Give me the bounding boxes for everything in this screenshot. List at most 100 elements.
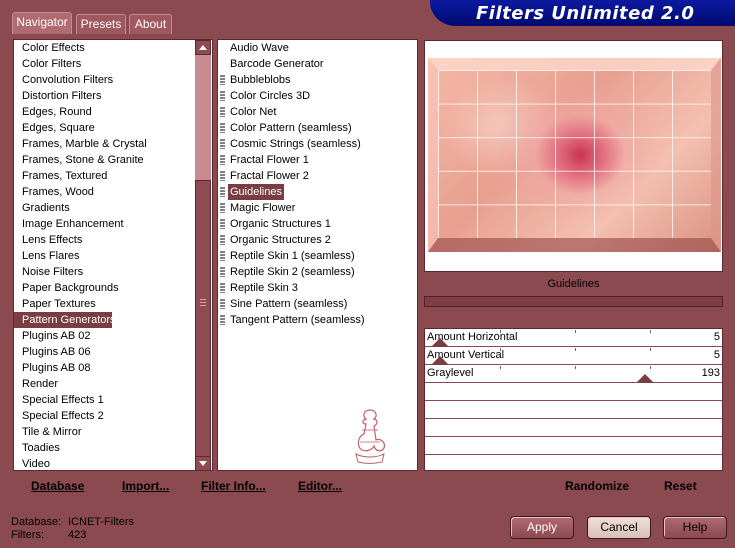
title-banner: Filters Unlimited 2.0 (430, 0, 735, 26)
filter-item-label: Reptile Skin 2 (seamless) (230, 266, 355, 278)
category-item[interactable]: Noise Filters (14, 264, 212, 280)
category-item[interactable]: Color Filters (14, 56, 212, 72)
editor-button[interactable]: Editor... (298, 479, 342, 493)
category-item[interactable]: Frames, Wood (14, 184, 212, 200)
filter-item[interactable]: Color Pattern (seamless) (218, 120, 417, 136)
grip-icon (220, 219, 225, 229)
scroll-down-button[interactable] (195, 456, 211, 471)
slider-empty (425, 455, 722, 473)
category-item[interactable]: Convolution Filters (14, 72, 212, 88)
grip-icon (220, 43, 225, 53)
category-item[interactable]: Video (14, 456, 212, 472)
preview-panel (424, 40, 723, 272)
database-button[interactable]: Database (31, 479, 84, 493)
filter-item[interactable]: Organic Structures 1 (218, 216, 417, 232)
filter-item-label: Audio Wave (230, 42, 289, 54)
filter-item[interactable]: Audio Wave (218, 40, 417, 56)
category-item[interactable]: Plugins AB 06 (14, 344, 212, 360)
category-item[interactable]: Pattern Generators (14, 312, 116, 328)
slider-value: 5 (713, 331, 720, 343)
slider-amount-horizontal[interactable]: Amount Horizontal 5 (425, 329, 722, 347)
preview-image (428, 58, 721, 252)
category-list[interactable]: Color Effects Color Filters Convolution Fi… (14, 40, 212, 472)
tab-presets[interactable]: Presets (76, 14, 126, 34)
category-item[interactable]: Tile & Mirror (14, 424, 212, 440)
status-filters-label: Filters: (11, 529, 44, 541)
category-item[interactable]: Gradients (14, 200, 212, 216)
category-item[interactable]: Special Effects 2 (14, 408, 212, 424)
category-item[interactable]: Lens Effects (14, 232, 212, 248)
status-database-value: ICNET-Filters (68, 516, 134, 528)
filter-item-label: Barcode Generator (230, 58, 324, 70)
category-item[interactable]: Edges, Square (14, 120, 212, 136)
filter-item[interactable]: Color Circles 3D (218, 88, 417, 104)
filter-item[interactable]: Fractal Flower 1 (218, 152, 417, 168)
filter-item[interactable]: Organic Structures 2 (218, 232, 417, 248)
apply-button[interactable]: Apply (510, 516, 574, 539)
category-item[interactable]: Frames, Stone & Granite (14, 152, 212, 168)
grip-icon (200, 299, 206, 306)
tab-navigator[interactable]: Navigator (12, 12, 72, 34)
status-filters: Filters: 423 (11, 529, 86, 541)
tab-about[interactable]: About (129, 14, 172, 34)
slider-graylevel[interactable]: Graylevel 193 (425, 365, 722, 383)
category-item[interactable]: Paper Backgrounds (14, 280, 212, 296)
grip-icon (220, 283, 225, 293)
slider-amount-vertical[interactable]: Amount Vertical 5 (425, 347, 722, 365)
grip-icon (220, 315, 225, 325)
reset-button[interactable]: Reset (664, 479, 697, 493)
category-item[interactable]: Edges, Round (14, 104, 212, 120)
filter-item[interactable]: Magic Flower (218, 200, 417, 216)
category-item[interactable]: Color Effects (14, 40, 212, 56)
grip-icon (220, 251, 225, 261)
progress-bar (424, 296, 723, 307)
filter-item-label: Cosmic Strings (seamless) (230, 138, 361, 150)
slider-knob[interactable] (431, 356, 449, 365)
filter-item-label: Fractal Flower 1 (230, 154, 309, 166)
grip-icon (220, 75, 225, 85)
import-button[interactable]: Import... (122, 479, 169, 493)
filter-item[interactable]: Cosmic Strings (seamless) (218, 136, 417, 152)
filter-item[interactable]: Reptile Skin 2 (seamless) (218, 264, 417, 280)
slider-knob[interactable] (431, 338, 449, 347)
category-item[interactable]: Frames, Marble & Crystal (14, 136, 212, 152)
slider-empty (425, 383, 722, 401)
scroll-up-button[interactable] (195, 40, 211, 55)
cancel-button[interactable]: Cancel (587, 516, 651, 539)
category-item[interactable]: Distortion Filters (14, 88, 212, 104)
category-item[interactable]: Plugins AB 08 (14, 360, 212, 376)
filter-item[interactable]: Tangent Pattern (seamless) (218, 312, 417, 328)
filter-item[interactable]: Bubbleblobs (218, 72, 417, 88)
filter-info-button[interactable]: Filter Info... (201, 479, 266, 493)
scroll-thumb[interactable] (195, 180, 211, 465)
filter-item[interactable]: Color Net (218, 104, 417, 120)
filter-item[interactable]: Reptile Skin 1 (seamless) (218, 248, 417, 264)
filter-item[interactable]: Barcode Generator (218, 56, 417, 72)
slider-panel: Amount Horizontal 5 Amount Vertical 5 Gr… (424, 328, 723, 471)
filter-item-label: Fractal Flower 2 (230, 170, 309, 182)
category-item[interactable]: Lens Flares (14, 248, 212, 264)
filter-item[interactable]: Fractal Flower 2 (218, 168, 417, 184)
help-button[interactable]: Help (663, 516, 727, 539)
filter-item-label: Organic Structures 1 (230, 218, 331, 230)
category-item[interactable]: Plugins AB 02 (14, 328, 212, 344)
filter-item[interactable]: Reptile Skin 3 (218, 280, 417, 296)
randomize-button[interactable]: Randomize (565, 479, 629, 493)
category-item[interactable]: Render (14, 376, 212, 392)
category-item[interactable]: Toadies (14, 440, 212, 456)
filter-item[interactable]: Guidelines (218, 184, 417, 200)
category-list-panel: Color Effects Color Filters Convolution Fi… (13, 39, 213, 471)
reset-label: Reset (664, 479, 697, 493)
slider-value: 5 (713, 349, 720, 361)
category-item[interactable]: Image Enhancement (14, 216, 212, 232)
slider-knob[interactable] (636, 374, 654, 383)
category-item[interactable]: Paper Textures (14, 296, 212, 312)
status-filters-value: 423 (68, 529, 87, 541)
filter-item[interactable]: Sine Pattern (seamless) (218, 296, 417, 312)
filter-list[interactable]: Audio Wave Barcode Generator Bubbleblobs Co… (218, 40, 417, 328)
filter-item-label: Bubbleblobs (230, 74, 291, 86)
category-scrollbar[interactable] (195, 40, 211, 471)
category-item[interactable]: Special Effects 1 (14, 392, 212, 408)
category-item[interactable]: Frames, Textured (14, 168, 212, 184)
filter-item-label: Sine Pattern (seamless) (230, 298, 348, 310)
